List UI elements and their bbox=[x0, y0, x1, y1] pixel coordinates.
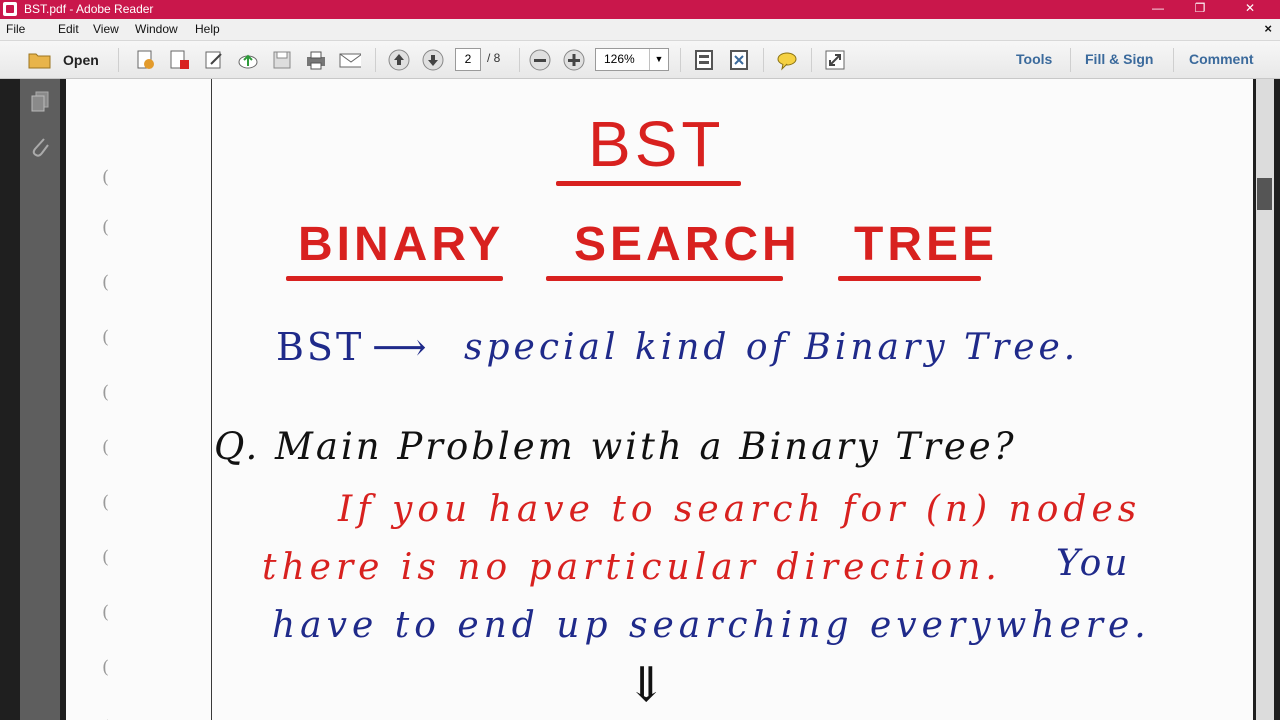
answer-line-2-blue: You bbox=[1056, 543, 1131, 584]
tree-underline bbox=[838, 276, 981, 281]
chevron-down-icon[interactable]: ▼ bbox=[649, 49, 668, 70]
search-underline bbox=[546, 276, 783, 281]
page-total: / 8 bbox=[487, 51, 501, 65]
answer-line-3: have to end up searching everywhere. bbox=[272, 605, 1151, 646]
fit-page-icon[interactable] bbox=[693, 49, 715, 71]
question-text: Q. Main Problem with a Binary Tree? bbox=[214, 425, 1017, 468]
expand-icon[interactable] bbox=[824, 49, 846, 71]
menu-window[interactable]: Window bbox=[135, 22, 178, 37]
page-thumbnails-icon[interactable] bbox=[30, 91, 50, 113]
menu-edit[interactable]: Edit bbox=[58, 22, 79, 37]
definition-text: special kind of Binary Tree. bbox=[464, 327, 1080, 368]
heading-underline bbox=[556, 181, 741, 186]
navigation-pane bbox=[20, 79, 60, 720]
answer-line-1: If you have to search for (n) nodes bbox=[338, 489, 1142, 530]
comment-link[interactable]: Comment bbox=[1189, 51, 1254, 67]
close-window-button[interactable]: ✕ bbox=[1230, 0, 1270, 19]
create-pdf-icon[interactable] bbox=[134, 49, 156, 71]
save-icon[interactable] bbox=[271, 49, 293, 71]
edit-pdf-icon[interactable] bbox=[203, 49, 225, 71]
menu-bar: File Edit View Window Help × bbox=[0, 19, 1280, 41]
restore-button[interactable]: ❐ bbox=[1180, 0, 1220, 19]
menu-file[interactable]: File bbox=[6, 22, 25, 37]
full-screen-icon[interactable] bbox=[728, 49, 750, 71]
open-label: Open bbox=[63, 52, 99, 68]
title-word-tree: TREE bbox=[854, 218, 999, 271]
adobe-reader-icon bbox=[3, 2, 17, 16]
zoom-in-icon[interactable] bbox=[563, 49, 585, 71]
window-title: BST.pdf - Adobe Reader bbox=[24, 2, 154, 16]
title-bar: BST.pdf - Adobe Reader — ❐ ✕ bbox=[0, 0, 1280, 19]
vertical-scrollbar[interactable] bbox=[1256, 79, 1274, 720]
scrollbar-thumb[interactable] bbox=[1257, 178, 1272, 210]
next-page-icon[interactable] bbox=[422, 49, 444, 71]
attachments-icon[interactable] bbox=[29, 135, 51, 159]
title-word-search: SEARCH bbox=[574, 218, 801, 271]
menu-view[interactable]: View bbox=[93, 22, 119, 37]
definition-term: BST bbox=[276, 325, 365, 369]
binary-underline bbox=[286, 276, 503, 281]
notebook-margin-line bbox=[211, 79, 212, 720]
export-pdf-icon[interactable] bbox=[168, 49, 190, 71]
down-arrow: ⇓ bbox=[626, 657, 667, 713]
email-icon[interactable] bbox=[339, 49, 361, 71]
heading-bst: BST bbox=[588, 108, 725, 180]
page-number-input[interactable]: 2 bbox=[455, 48, 481, 71]
menu-help[interactable]: Help bbox=[195, 22, 220, 37]
previous-page-icon[interactable] bbox=[388, 49, 410, 71]
folder-icon bbox=[28, 53, 51, 69]
tools-link[interactable]: Tools bbox=[1016, 51, 1052, 67]
answer-line-2-red: there is no particular direction. bbox=[262, 547, 1002, 588]
print-icon[interactable] bbox=[305, 49, 327, 71]
upload-cloud-icon[interactable] bbox=[237, 49, 259, 71]
open-button[interactable]: Open bbox=[28, 49, 108, 71]
close-document-icon[interactable]: × bbox=[1264, 21, 1272, 36]
comment-bubble-icon[interactable] bbox=[776, 49, 798, 71]
fill-sign-link[interactable]: Fill & Sign bbox=[1085, 51, 1153, 67]
title-word-binary: BINARY bbox=[298, 218, 505, 271]
minimize-button[interactable]: — bbox=[1138, 0, 1178, 19]
zoom-select[interactable]: 126% ▼ bbox=[595, 48, 669, 71]
document-page: ( ( ( ( ( ( ( ( ( ( ( BST BINARY SEARCH … bbox=[66, 79, 1253, 720]
zoom-out-icon[interactable] bbox=[529, 49, 551, 71]
definition-arrow: ⟶ bbox=[372, 325, 427, 369]
zoom-value: 126% bbox=[604, 52, 635, 66]
